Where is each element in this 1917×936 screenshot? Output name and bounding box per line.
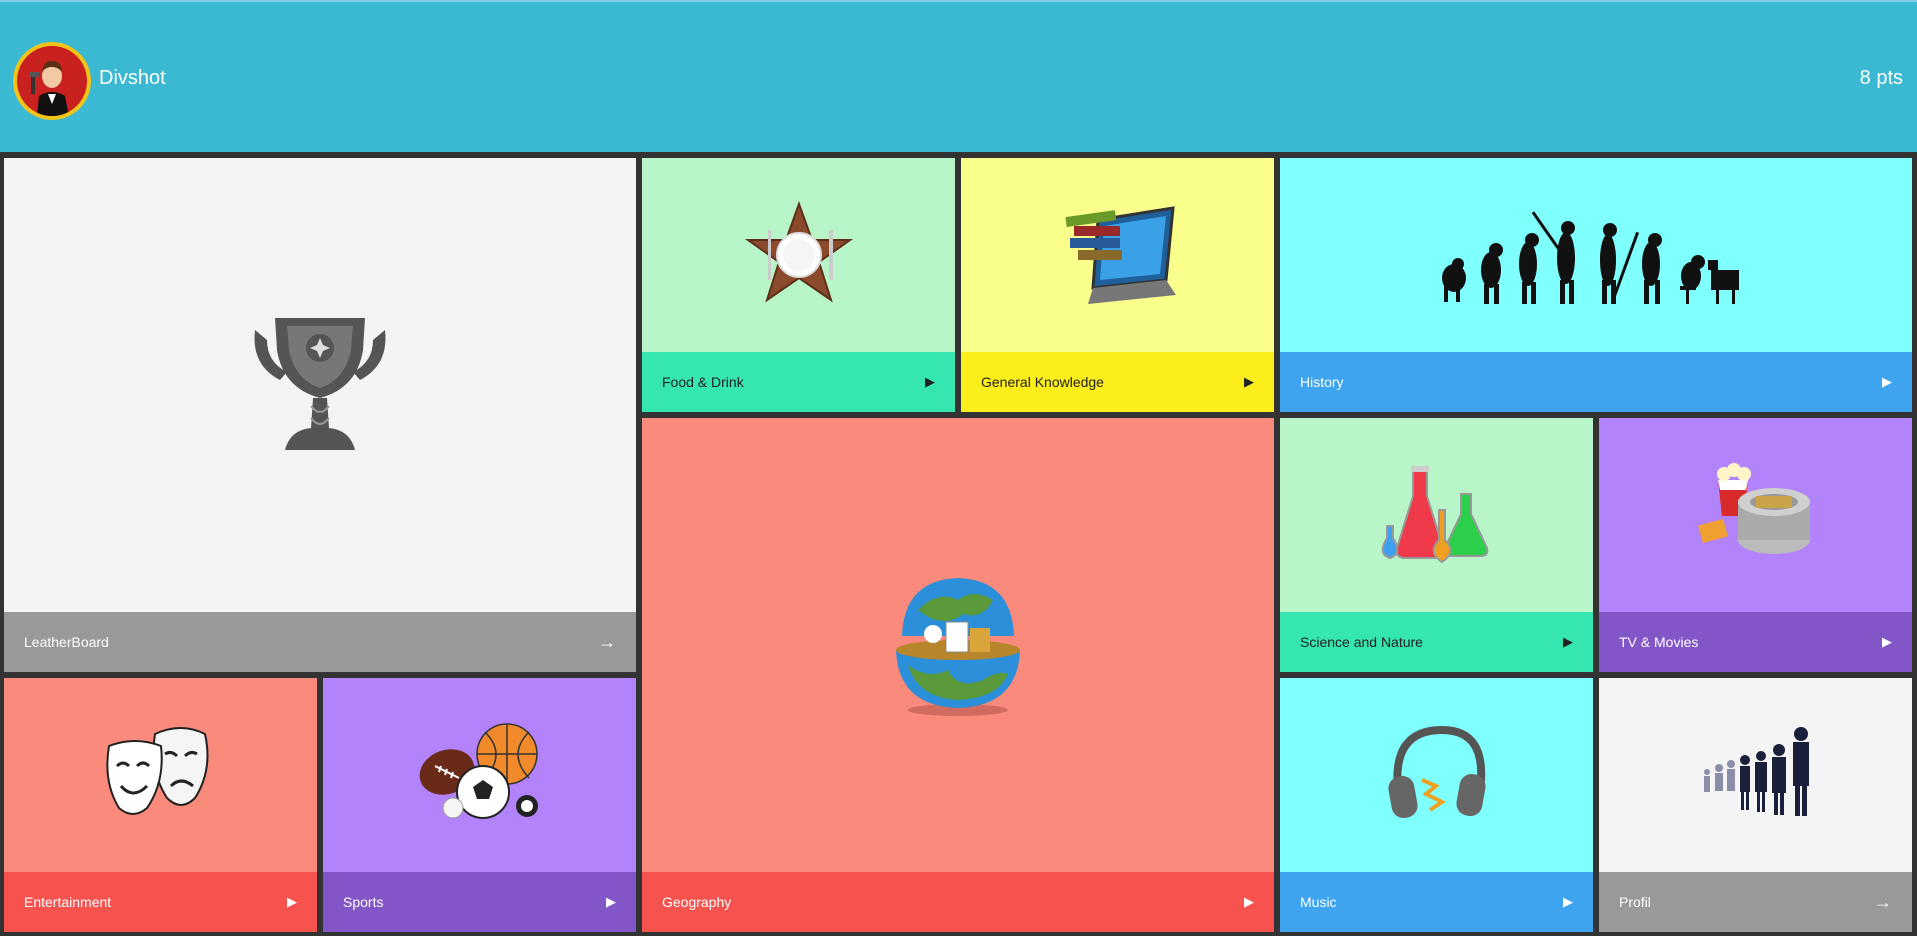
tile-bar: History ▶	[1280, 352, 1912, 412]
tile-bar: Entertainment ▶	[4, 872, 317, 932]
tile-bar: Science and Nature ▶	[1280, 612, 1593, 672]
tile-label: Entertainment	[24, 894, 112, 910]
tile-sports[interactable]: Sports ▶	[323, 678, 636, 932]
business-people-icon	[1703, 727, 1809, 816]
tile-bar: Profil →	[1599, 872, 1912, 932]
points-counter: 8 pts	[1859, 67, 1903, 89]
theater-masks-icon	[105, 727, 208, 815]
evolution-icon	[1442, 211, 1739, 304]
film-reel-icon	[1697, 463, 1810, 554]
tile-label: History	[1300, 374, 1344, 390]
tile-history[interactable]: History ▶	[1280, 158, 1912, 412]
tile-label: General Knowledge	[981, 374, 1104, 390]
globe-icon	[896, 578, 1020, 716]
tile-label: Music	[1300, 894, 1337, 910]
tile-geography[interactable]: Geography ▶	[642, 418, 1274, 932]
headphones-icon	[1387, 725, 1486, 819]
arrow-right-icon: →	[598, 631, 616, 652]
play-arrow-icon: ▶	[1563, 634, 1573, 649]
tile-label: Geography	[662, 894, 732, 910]
tile-label: Sports	[343, 894, 384, 910]
tile-label: Profil	[1619, 894, 1651, 910]
play-arrow-icon: ▶	[1563, 894, 1573, 909]
username: Divshot	[99, 67, 166, 89]
tile-profile[interactable]: Profil →	[1599, 678, 1912, 932]
app-header: Divshot 8 pts	[0, 0, 1917, 152]
tile-bar: Geography ▶	[642, 872, 1274, 932]
laptop-books-icon	[1064, 206, 1176, 304]
avatar[interactable]	[13, 42, 91, 120]
trophy-icon	[254, 318, 386, 450]
food-star-icon	[744, 201, 853, 303]
tile-label: LeatherBoard	[24, 634, 109, 650]
play-arrow-icon: ▶	[925, 374, 935, 389]
tile-tv-movies[interactable]: TV & Movies ▶	[1599, 418, 1912, 672]
tile-label: TV & Movies	[1619, 634, 1699, 650]
play-arrow-icon: ▶	[1882, 374, 1892, 389]
sports-balls-icon	[419, 723, 538, 819]
arrow-right-icon: →	[1874, 891, 1892, 912]
tile-music[interactable]: Music ▶	[1280, 678, 1593, 932]
tile-label: Food & Drink	[662, 374, 744, 390]
play-arrow-icon: ▶	[606, 894, 616, 909]
tile-bar: Sports ▶	[323, 872, 636, 932]
tile-entertainment[interactable]: Entertainment ▶	[4, 678, 317, 932]
tile-leaderboard[interactable]: LeatherBoard →	[4, 158, 636, 672]
tile-bar: General Knowledge ▶	[961, 352, 1274, 412]
tile-bar: LeatherBoard →	[4, 612, 636, 672]
tile-food-drink[interactable]: Food & Drink ▶	[642, 158, 955, 412]
tile-bar: Food & Drink ▶	[642, 352, 955, 412]
flasks-icon	[1381, 466, 1488, 564]
play-arrow-icon: ▶	[1244, 374, 1254, 389]
tile-label: Science and Nature	[1300, 634, 1423, 650]
play-arrow-icon: ▶	[1244, 894, 1254, 909]
play-arrow-icon: ▶	[287, 894, 297, 909]
tile-science-nature[interactable]: Science and Nature ▶	[1280, 418, 1593, 672]
tile-general-knowledge[interactable]: General Knowledge ▶	[961, 158, 1274, 412]
tile-bar: Music ▶	[1280, 872, 1593, 932]
play-arrow-icon: ▶	[1882, 634, 1892, 649]
agent-avatar-icon	[17, 46, 87, 116]
tile-bar: TV & Movies ▶	[1599, 612, 1912, 672]
